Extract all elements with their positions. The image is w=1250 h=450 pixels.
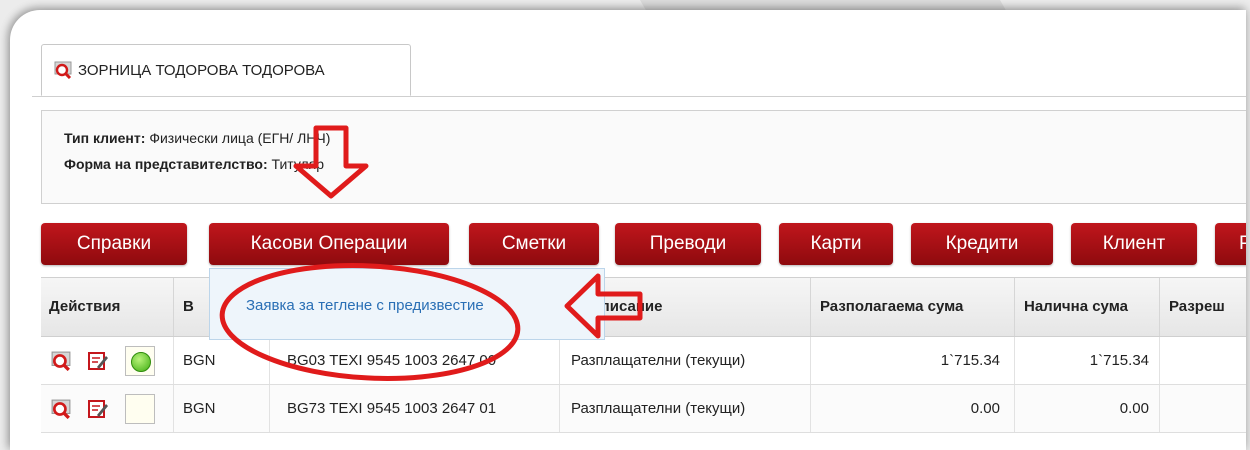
client-type-label: Тип клиент: (64, 130, 146, 146)
nav-credits-button[interactable]: Кредити (911, 223, 1053, 265)
nav-cash-operations-button[interactable]: Касови Операции (209, 223, 449, 265)
status-indicator (125, 346, 155, 376)
nav-transfers-button[interactable]: Преводи (615, 223, 761, 265)
table-row[interactable]: BGN BG03 TEXI 9545 1003 2647 00 Разплаща… (41, 337, 1246, 385)
header-balance[interactable]: Налична сума (1024, 278, 1128, 336)
window-frame: ЗОРНИЦА ТОДОРОВА ТОДОРОВА Тип клиент: Фи… (10, 10, 1246, 450)
tab-strip: ЗОРНИЦА ТОДОРОВА ТОДОРОВА (32, 34, 1246, 97)
balance-cell: 0.00 (1119, 400, 1149, 417)
nav-references-button[interactable]: Справки (41, 223, 187, 265)
magnifier-icon (54, 61, 72, 79)
header-allowed[interactable]: Разреш (1169, 278, 1225, 336)
header-currency: В (183, 298, 194, 315)
cash-operations-dropdown: Заявка за теглене с предизвестие (209, 268, 605, 340)
client-info-panel: Тип клиент: Физически лица (ЕГН/ ЛНЧ) Фо… (41, 110, 1246, 204)
view-details-icon[interactable] (51, 399, 71, 419)
header-actions: Действия (49, 298, 121, 315)
description-cell: Разплащателни (текущи) (571, 352, 746, 369)
tab-client[interactable]: ЗОРНИЦА ТОДОРОВА ТОДОРОВА (41, 44, 411, 96)
view-details-icon[interactable] (51, 351, 71, 371)
representation-label: Форма на представителство: (64, 156, 268, 172)
iban-cell: BG03 TEXI 9545 1003 2647 00 (287, 352, 497, 369)
description-cell: Разплащателни (текущи) (571, 400, 746, 417)
client-type-row: Тип клиент: Физически лица (ЕГН/ ЛНЧ) (64, 125, 1246, 151)
active-status-icon (131, 352, 151, 372)
nav-cards-button[interactable]: Карти (779, 223, 893, 265)
withdrawal-request-menu-item[interactable]: Заявка за теглене с предизвестие (246, 297, 484, 314)
nav-accounts-button[interactable]: Сметки (469, 223, 599, 265)
currency-cell: BGN (183, 400, 216, 417)
edit-icon[interactable] (87, 350, 109, 376)
nav-client-button[interactable]: Клиент (1071, 223, 1197, 265)
representation-row: Форма на представителство: Титуляр (64, 151, 1246, 177)
balance-cell: 1`715.34 (1089, 352, 1149, 369)
header-available-amount[interactable]: Разполагаема сума (820, 278, 963, 336)
currency-cell: BGN (183, 352, 216, 369)
app-content: ЗОРНИЦА ТОДОРОВА ТОДОРОВА Тип клиент: Фи… (32, 34, 1246, 450)
available-amount-cell: 1`715.34 (940, 352, 1000, 369)
status-indicator (125, 394, 155, 424)
representation-value: Титуляр (271, 156, 325, 172)
nav-more-button[interactable]: Р (1215, 223, 1246, 265)
available-amount-cell: 0.00 (970, 400, 1000, 417)
table-row[interactable]: BGN BG73 TEXI 9545 1003 2647 01 Разплаща… (41, 385, 1246, 433)
tab-label: ЗОРНИЦА ТОДОРОВА ТОДОРОВА (78, 61, 325, 79)
edit-icon[interactable] (87, 398, 109, 424)
main-nav: Справки Касови Операции Сметки Преводи К… (41, 223, 1246, 265)
iban-cell: BG73 TEXI 9545 1003 2647 01 (287, 400, 497, 417)
client-type-value: Физически лица (ЕГН/ ЛНЧ) (149, 130, 331, 146)
